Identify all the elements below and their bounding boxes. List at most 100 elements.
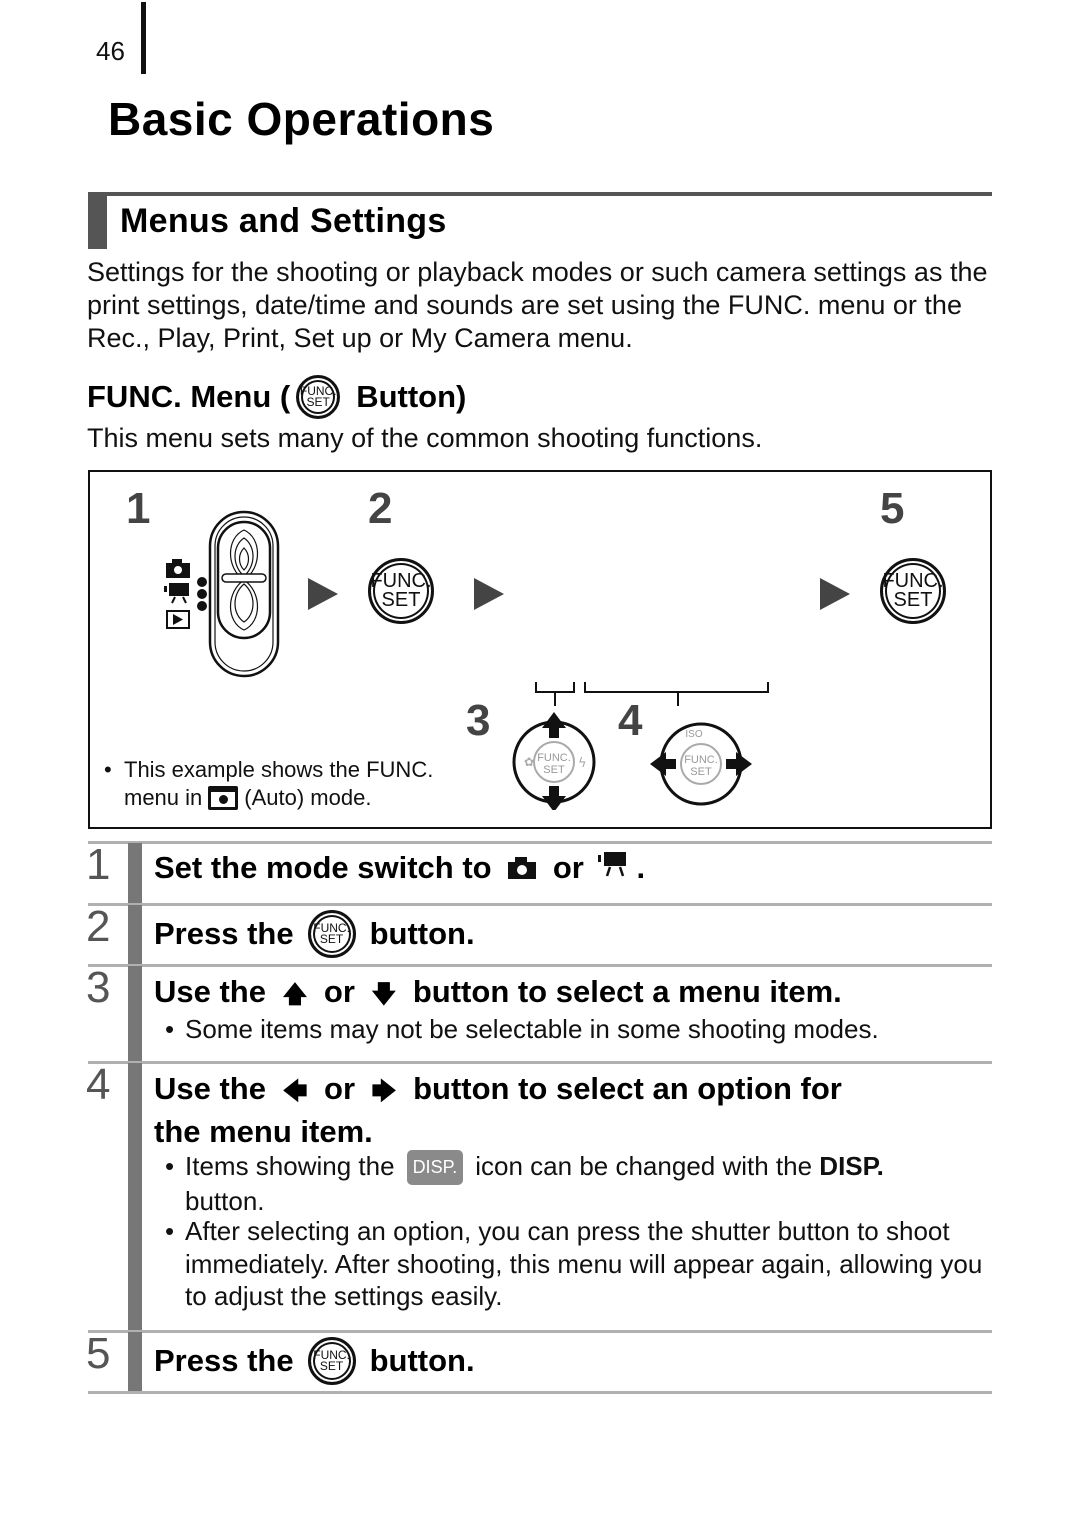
set-label: SET (893, 589, 933, 611)
step-3-bullet-text: Some items may not be selectable in some… (185, 1014, 879, 1044)
step-4-or: or (324, 1071, 356, 1106)
arrow-left-icon: 🡄 (282, 1078, 308, 1105)
step-4-number: 4 (86, 1060, 111, 1109)
step-bar (128, 905, 142, 965)
step-3-text: Use the (154, 974, 266, 1009)
bullet: • (165, 1151, 175, 1181)
step-3-bullet: • Some items may not be selectable in so… (165, 1013, 879, 1046)
step-bar (128, 843, 142, 903)
step-divider (88, 964, 992, 967)
step-1-heading: Set the mode switch to or . (154, 848, 645, 888)
func-menu-heading-after: Button) (356, 379, 467, 414)
note-line-1: This example shows the FUNC. (124, 757, 434, 782)
set-label: SET (306, 395, 330, 409)
func-menu-heading: FUNC. Menu ( FUNC. SET Button) (87, 375, 466, 419)
func-menu-heading-before: FUNC. Menu ( (87, 379, 291, 414)
step-2-number: 2 (86, 902, 111, 951)
svg-text:ϟ: ϟ (578, 756, 587, 771)
step-divider (88, 903, 992, 906)
disp-icon: DISP. (406, 1150, 464, 1185)
step-4-heading: Use the 🡄 or 🡆 button to select an optio… (154, 1069, 984, 1152)
step-divider (88, 1061, 992, 1064)
step-2-text: Press the (154, 916, 294, 951)
step-4-text: Use the (154, 1071, 266, 1106)
step-3-or: or (323, 974, 355, 1009)
section-title: Menus and Settings (120, 202, 447, 240)
diagram-note: • This example shows the FUNC. menu in (A… (104, 756, 433, 812)
step-3-number: 3 (86, 963, 111, 1012)
step-bar (128, 1332, 142, 1392)
bullet-text: button. (185, 1185, 265, 1216)
step-bar (128, 1063, 142, 1331)
bullet: • (165, 1014, 175, 1044)
step-5-text-after: button. (369, 1343, 475, 1378)
step-divider (88, 841, 992, 844)
movie-icon (598, 852, 627, 877)
step-1-text: Set the mode switch to (154, 850, 492, 885)
svg-text:✿: ✿ (524, 755, 534, 769)
arrow-right-icon: 🡆 (371, 1078, 397, 1105)
page-number-rule (141, 2, 146, 74)
arrow-up-icon: 🡅 (282, 981, 308, 1008)
mode-switch-icon[interactable] (206, 508, 282, 680)
diagram-step-5-label: 5 (880, 484, 905, 533)
step-5-heading: Press the FUNC. SET button. (154, 1337, 475, 1385)
note-bullet: • (104, 757, 112, 782)
step-4-text-line2: the menu item. (154, 1114, 373, 1149)
arrow-down-icon: 🡇 (371, 981, 397, 1008)
step-2-text-after: button. (369, 916, 475, 951)
func-menu-description: This menu sets many of the common shooti… (87, 423, 763, 453)
bullet: • (165, 1216, 175, 1246)
auto-mode-icon (208, 786, 239, 810)
diagram-step-1-label: 1 (126, 484, 151, 533)
bullet-text: Items showing the (185, 1151, 395, 1181)
arrow-right-icon (308, 578, 338, 610)
step-5-text: Press the (154, 1343, 294, 1378)
section-intro: Settings for the shooting or playback mo… (87, 257, 988, 353)
dpad-left-right-icon[interactable]: FUNC. SET ISO (646, 712, 756, 812)
note-line-2-after: (Auto) mode. (244, 785, 372, 810)
dpad-up-down-icon[interactable]: FUNC. SET ✿ ϟ (504, 710, 604, 810)
step-bar (128, 966, 142, 1062)
dpad-center-func: FUNC. (537, 752, 571, 764)
section-bar (88, 192, 107, 249)
section-rule (88, 192, 992, 196)
step-divider (88, 1330, 992, 1333)
func-set-button-icon[interactable]: FUNC. SET (368, 558, 434, 624)
mode-icons (164, 559, 207, 629)
dpad-center-func: FUNC. (684, 754, 718, 766)
step-3-text-after: button to select a menu item. (412, 974, 842, 1009)
page-title: Basic Operations (108, 93, 495, 145)
arrow-right-icon (474, 578, 504, 610)
note-line-2-before: menu in (124, 785, 203, 810)
bullet-text: icon can be changed with the (475, 1151, 813, 1181)
procedure-diagram: 1 2 3 4 5 FUNC. SET FUNC. SET FUNC. SET … (88, 470, 992, 829)
dpad-center-set: SET (690, 766, 712, 778)
playback-mode-icon (166, 610, 190, 629)
func-set-button-icon: FUNC. SET (307, 1337, 356, 1385)
step-1-or: or (552, 850, 584, 885)
step-4-text-after: button to select an option for (413, 1071, 842, 1106)
step-1-number: 1 (86, 840, 111, 889)
diagram-step-3-label: 3 (466, 696, 491, 745)
diagram-step-2-label: 2 (368, 484, 393, 533)
step-3-heading: Use the 🡅 or 🡇 button to select a menu i… (154, 972, 842, 1015)
camera-icon (508, 857, 537, 879)
dpad-center-set: SET (543, 764, 565, 776)
bracket-lines (535, 682, 769, 706)
set-label: SET (319, 1359, 344, 1373)
func-set-button-icon: FUNC. SET (296, 375, 341, 419)
disp-bold: DISP. (819, 1151, 884, 1181)
page-number: 46 (96, 36, 125, 66)
step-5-number: 5 (86, 1329, 111, 1378)
step-4-bullet-1: • Items showing the DISP. icon can be chan… (165, 1150, 985, 1217)
set-label: SET (319, 932, 344, 946)
step-4-bullet-2: • After selecting an option, you can pre… (165, 1215, 995, 1313)
step-divider (88, 1391, 992, 1394)
func-set-button-icon[interactable]: FUNC. SET (880, 558, 946, 624)
set-label: SET (381, 589, 421, 611)
step-1-period: . (636, 850, 646, 885)
movie-mode-icon (164, 583, 189, 604)
step-2-heading: Press the FUNC. SET button. (154, 910, 475, 958)
iso-label: ISO (685, 729, 702, 740)
